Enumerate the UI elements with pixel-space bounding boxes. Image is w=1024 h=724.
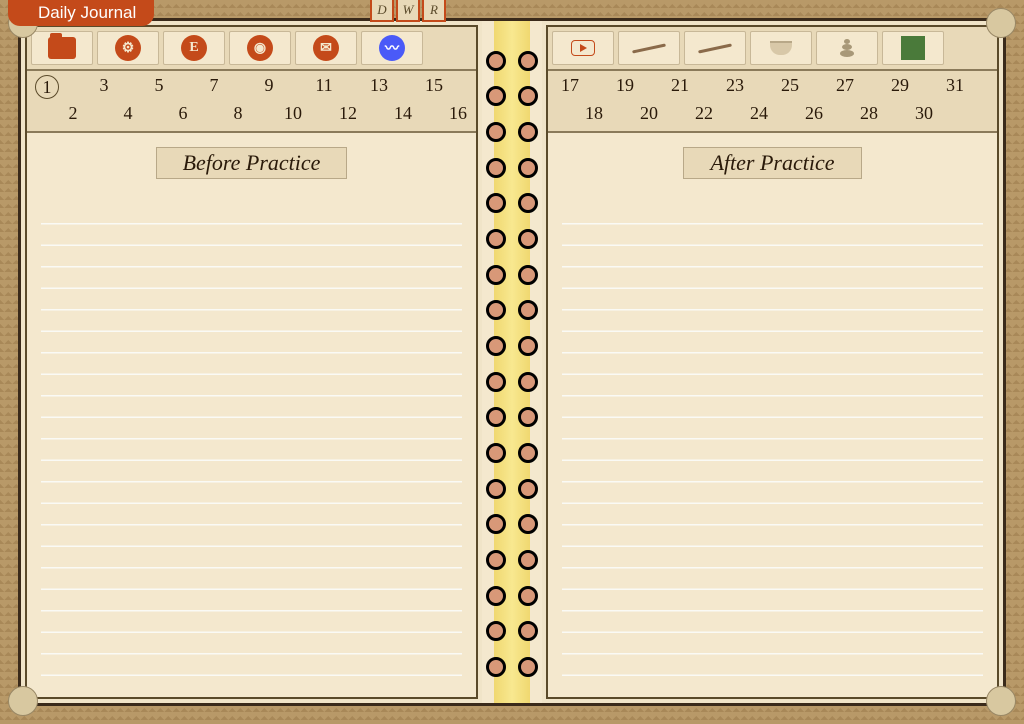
day-9[interactable]: 9	[255, 75, 283, 96]
day-17[interactable]: 17	[556, 75, 584, 96]
day-16[interactable]: 16	[444, 103, 472, 124]
day-2[interactable]: 2	[59, 103, 87, 124]
day-25[interactable]: 25	[776, 75, 804, 96]
view-tab-review[interactable]: R	[422, 0, 446, 22]
day-5[interactable]: 5	[145, 75, 173, 96]
day-11[interactable]: 11	[310, 75, 338, 96]
notebook: ⚙E◉✉〰 13579111315246810121416 Before Pra…	[18, 18, 1006, 706]
day-22[interactable]: 22	[690, 103, 718, 124]
journal-title-tab[interactable]: Daily Journal	[8, 0, 154, 26]
day-13[interactable]: 13	[365, 75, 393, 96]
freeform-button[interactable]: 〰	[361, 31, 423, 65]
flute-icon	[698, 43, 732, 53]
day-10[interactable]: 10	[279, 103, 307, 124]
left-page: ⚙E◉✉〰 13579111315246810121416 Before Pra…	[25, 25, 478, 699]
day-1[interactable]: 1	[35, 75, 59, 99]
day-31[interactable]: 31	[941, 75, 969, 96]
corner-decoration	[986, 686, 1016, 716]
flute-button[interactable]	[684, 31, 746, 65]
toolbar-left: ⚙ E ◉ ✉ 〰	[27, 27, 476, 71]
mail-icon: ✉	[313, 35, 339, 61]
stones-icon	[840, 39, 854, 57]
writing-area-right[interactable]	[562, 203, 983, 683]
folder-icon	[48, 37, 76, 59]
day-14[interactable]: 14	[389, 103, 417, 124]
pinterest-icon: ◉	[247, 35, 273, 61]
day-24[interactable]: 24	[745, 103, 773, 124]
right-page: 17 19 21 23 25 27 29 31 18 20 22 24 26 28 30 After Pra…	[546, 25, 999, 699]
corner-decoration	[986, 8, 1016, 38]
spiral-binding	[482, 21, 542, 703]
mail-button[interactable]: ✉	[295, 31, 357, 65]
day-4[interactable]: 4	[114, 103, 142, 124]
incense-icon	[632, 43, 666, 53]
day-23[interactable]: 23	[721, 75, 749, 96]
corner-decoration	[8, 686, 38, 716]
toolbar-right	[548, 27, 997, 71]
view-tabs: D W R	[370, 0, 446, 22]
bowl-icon	[770, 41, 792, 55]
etsy-icon: E	[181, 35, 207, 61]
writing-area-left[interactable]	[41, 203, 462, 683]
incense-button[interactable]	[618, 31, 680, 65]
day-29[interactable]: 29	[886, 75, 914, 96]
day-7[interactable]: 7	[200, 75, 228, 96]
view-tab-daily[interactable]: D	[370, 0, 394, 22]
day-18[interactable]: 18	[580, 103, 608, 124]
stones-button[interactable]	[816, 31, 878, 65]
web-button[interactable]: ⚙	[97, 31, 159, 65]
day-26[interactable]: 26	[800, 103, 828, 124]
day-selector-left: 13579111315246810121416	[27, 71, 476, 133]
day-27[interactable]: 27	[831, 75, 859, 96]
etsy-button[interactable]: E	[163, 31, 225, 65]
video-button[interactable]	[552, 31, 614, 65]
day-20[interactable]: 20	[635, 103, 663, 124]
day-15[interactable]: 15	[420, 75, 448, 96]
view-tab-weekly[interactable]: W	[396, 0, 420, 22]
day-8[interactable]: 8	[224, 103, 252, 124]
heading-after-practice: After Practice	[683, 147, 861, 179]
heading-before-practice: Before Practice	[156, 147, 348, 179]
web-icon: ⚙	[115, 35, 141, 61]
bowl-button[interactable]	[750, 31, 812, 65]
pinterest-button[interactable]: ◉	[229, 31, 291, 65]
day-30[interactable]: 30	[910, 103, 938, 124]
freeform-icon: 〰	[379, 35, 405, 61]
day-selector-right: 17 19 21 23 25 27 29 31 18 20 22 24 26 28 30	[548, 71, 997, 133]
bamboo-icon	[901, 36, 925, 60]
day-12[interactable]: 12	[334, 103, 362, 124]
folder-button[interactable]	[31, 31, 93, 65]
day-3[interactable]: 3	[90, 75, 118, 96]
day-6[interactable]: 6	[169, 103, 197, 124]
day-21[interactable]: 21	[666, 75, 694, 96]
bamboo-button[interactable]	[882, 31, 944, 65]
day-19[interactable]: 19	[611, 75, 639, 96]
day-28[interactable]: 28	[855, 103, 883, 124]
video-icon	[571, 40, 595, 56]
